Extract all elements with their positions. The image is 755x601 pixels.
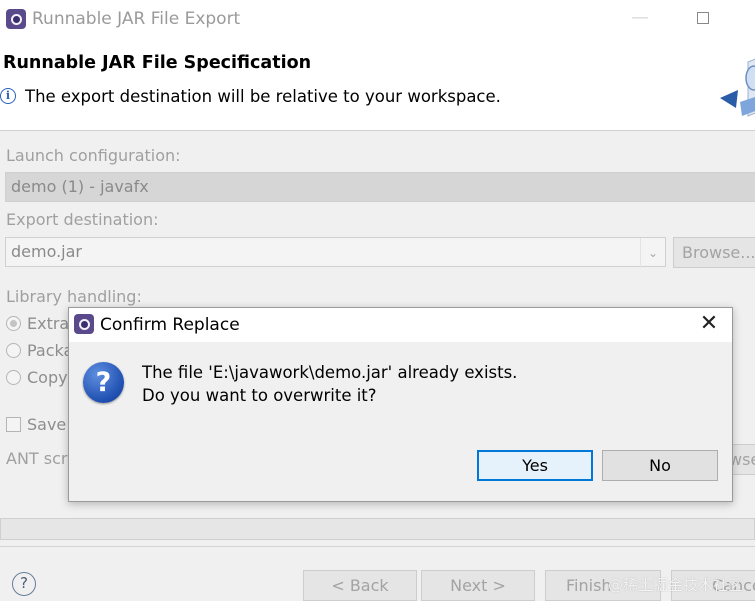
ant-script-label: ANT scr: [6, 449, 68, 468]
next-button[interactable]: Next >: [421, 570, 535, 601]
browse-button[interactable]: Browse...: [673, 237, 755, 268]
yes-button[interactable]: Yes: [477, 450, 593, 481]
page-title: Runnable JAR File Specification: [3, 53, 312, 73]
maximize-button[interactable]: [697, 12, 709, 24]
dialog-titlebar: Confirm Replace ✕: [69, 308, 732, 342]
launch-config-field[interactable]: demo (1) - javafx: [5, 172, 755, 202]
radio-copy-label: Copy: [27, 368, 68, 387]
info-icon: i: [0, 88, 16, 104]
footer-divider: [0, 546, 755, 547]
info-message: The export destination will be relative …: [25, 87, 501, 106]
chevron-down-icon[interactable]: ⌄: [640, 238, 665, 268]
jar-wizard-icon: [720, 58, 755, 117]
watermark: @稀土掘金技术社区: [608, 576, 744, 594]
dialog-title: Confirm Replace: [100, 315, 240, 335]
eclipse-icon: [74, 314, 94, 334]
eclipse-icon: [6, 9, 26, 29]
export-dest-label: Export destination:: [6, 210, 159, 229]
radio-copy[interactable]: [6, 370, 21, 385]
radio-extract[interactable]: [6, 316, 21, 331]
no-button[interactable]: No: [602, 450, 718, 481]
help-icon[interactable]: ?: [12, 572, 36, 596]
radio-package-label: Packa: [27, 341, 74, 360]
confirm-replace-dialog: Confirm Replace ✕ ? The file 'E:\javawor…: [68, 307, 733, 502]
question-icon: ?: [83, 362, 124, 403]
wizard-header: Runnable JAR File Specification i The ex…: [0, 40, 755, 131]
radio-package[interactable]: [6, 343, 21, 358]
back-button[interactable]: < Back: [303, 570, 417, 601]
export-dest-value: demo.jar: [11, 242, 83, 261]
progress-bar: [0, 518, 755, 540]
save-checkbox[interactable]: [6, 417, 21, 432]
dialog-message-line2: Do you want to overwrite it?: [142, 386, 377, 405]
export-dest-combo[interactable]: demo.jar ⌄: [5, 237, 666, 268]
dialog-message-line1: The file 'E:\javawork\demo.jar' already …: [142, 363, 518, 382]
window-titlebar: Runnable JAR File Export —: [0, 0, 755, 40]
library-handling-label: Library handling:: [6, 287, 142, 306]
close-icon[interactable]: ✕: [697, 312, 721, 336]
window-title: Runnable JAR File Export: [32, 9, 241, 29]
minimize-button[interactable]: —: [628, 8, 652, 30]
save-checkbox-label: Save: [27, 415, 67, 434]
radio-extract-label: Extra: [27, 314, 70, 333]
launch-config-label: Launch configuration:: [6, 146, 181, 165]
